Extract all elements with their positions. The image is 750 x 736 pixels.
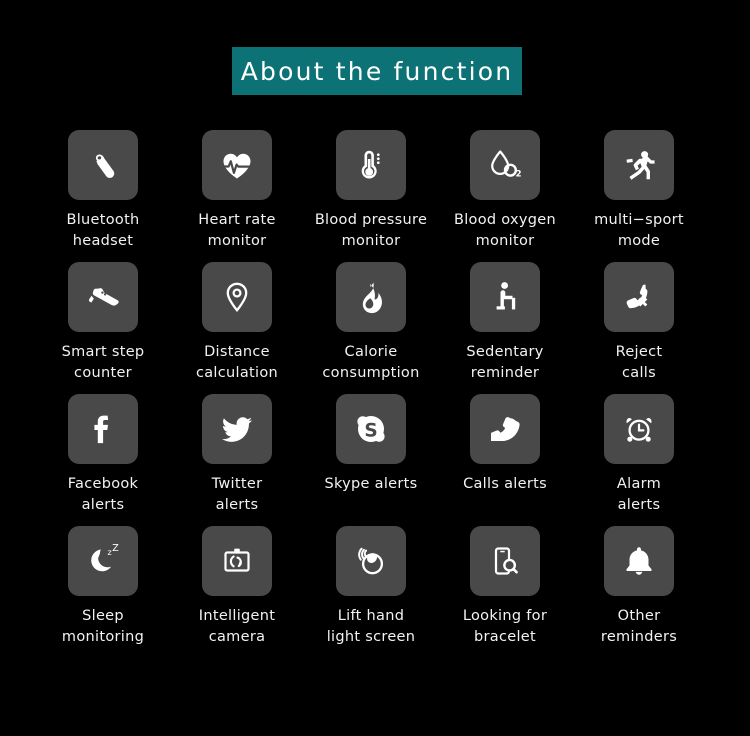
feature-row: z Z Sleep monitoring Intelligent camera … xyxy=(0,526,750,648)
feature-item-intelligent-camera[interactable]: Intelligent camera xyxy=(170,526,304,648)
bell-icon xyxy=(604,526,674,596)
feature-row: Bluetooth headset Heart rate monitor Blo… xyxy=(0,130,750,252)
twitter-icon xyxy=(202,394,272,464)
skype-icon: S xyxy=(336,394,406,464)
feature-label: Bluetooth headset xyxy=(66,212,140,249)
feature-label: Other reminders xyxy=(600,608,678,645)
camera-remote-icon xyxy=(202,526,272,596)
svg-text:S: S xyxy=(364,421,377,442)
svg-text:2: 2 xyxy=(516,170,522,180)
moon-sleep-icon: z Z xyxy=(68,526,138,596)
flame-icon xyxy=(336,262,406,332)
feature-item-bluetooth-headset[interactable]: Bluetooth headset xyxy=(36,130,170,252)
page-title-banner: About the function xyxy=(232,47,522,95)
feature-item-blood-pressure[interactable]: Blood pressure monitor xyxy=(304,130,438,252)
feature-row: Smart step counter Distance calculation xyxy=(0,262,750,384)
feature-label: Sleep monitoring xyxy=(61,608,145,645)
feature-label: Facebook alerts xyxy=(67,476,139,513)
alarm-clock-icon xyxy=(604,394,674,464)
feature-label: Sedentary reminder xyxy=(466,344,544,381)
incoming-call-icon xyxy=(470,394,540,464)
feature-item-sedentary[interactable]: Sedentary reminder xyxy=(438,262,572,384)
feature-row: Facebook alerts Twitter alerts S Skype a… xyxy=(0,394,750,516)
feature-grid: Bluetooth headset Heart rate monitor Blo… xyxy=(0,130,750,658)
thermometer-icon xyxy=(336,130,406,200)
feature-item-heart-rate[interactable]: Heart rate monitor xyxy=(170,130,304,252)
svg-text:Z: Z xyxy=(112,543,119,554)
sitting-person-icon xyxy=(470,262,540,332)
feature-item-reject-calls[interactable]: Reject calls xyxy=(572,262,706,384)
feature-item-alarm[interactable]: Alarm alerts xyxy=(572,394,706,516)
feature-item-lift-hand[interactable]: Lift hand light screen xyxy=(304,526,438,648)
feature-label: Lift hand light screen xyxy=(326,608,416,645)
feature-label: Twitter alerts xyxy=(211,476,263,513)
feature-label: Distance calculation xyxy=(195,344,279,381)
facebook-icon xyxy=(68,394,138,464)
sneaker-icon xyxy=(68,262,138,332)
heart-rate-icon xyxy=(202,130,272,200)
feature-item-twitter[interactable]: Twitter alerts xyxy=(170,394,304,516)
feature-item-smart-step-counter[interactable]: Smart step counter xyxy=(36,262,170,384)
feature-item-other-reminders[interactable]: Other reminders xyxy=(572,526,706,648)
reject-call-icon xyxy=(604,262,674,332)
feature-label: Skype alerts xyxy=(324,476,418,492)
feature-item-blood-oxygen[interactable]: 2 Blood oxygen monitor xyxy=(438,130,572,252)
bluetooth-headset-icon xyxy=(68,130,138,200)
feature-label: Alarm alerts xyxy=(616,476,662,513)
feature-item-sleep[interactable]: z Z Sleep monitoring xyxy=(36,526,170,648)
feature-item-facebook[interactable]: Facebook alerts xyxy=(36,394,170,516)
feature-label: Smart step counter xyxy=(61,344,145,381)
feature-item-calorie[interactable]: Calorie consumption xyxy=(304,262,438,384)
blood-oxygen-icon: 2 xyxy=(470,130,540,200)
map-pin-icon xyxy=(202,262,272,332)
page-title: About the function xyxy=(240,56,514,86)
feature-overview-page: About the function Bluetooth headset Hea… xyxy=(0,0,750,736)
feature-item-calls[interactable]: Calls alerts xyxy=(438,394,572,516)
running-man-icon xyxy=(604,130,674,200)
feature-label: multi−sport mode xyxy=(594,212,684,249)
feature-label: Reject calls xyxy=(615,344,663,381)
feature-item-distance[interactable]: Distance calculation xyxy=(170,262,304,384)
feature-item-multi-sport[interactable]: multi−sport mode xyxy=(572,130,706,252)
feature-label: Heart rate monitor xyxy=(198,212,276,249)
find-bracelet-icon xyxy=(470,526,540,596)
feature-label: Looking for bracelet xyxy=(462,608,548,645)
feature-item-skype[interactable]: S Skype alerts xyxy=(304,394,438,516)
feature-label: Calorie consumption xyxy=(322,344,420,381)
feature-label: Blood pressure monitor xyxy=(314,212,428,249)
svg-text:z: z xyxy=(108,548,112,557)
lift-wrist-icon xyxy=(336,526,406,596)
feature-label: Blood oxygen monitor xyxy=(453,212,557,249)
feature-label: Calls alerts xyxy=(463,476,547,492)
feature-label: Intelligent camera xyxy=(198,608,276,645)
feature-item-find-bracelet[interactable]: Looking for bracelet xyxy=(438,526,572,648)
